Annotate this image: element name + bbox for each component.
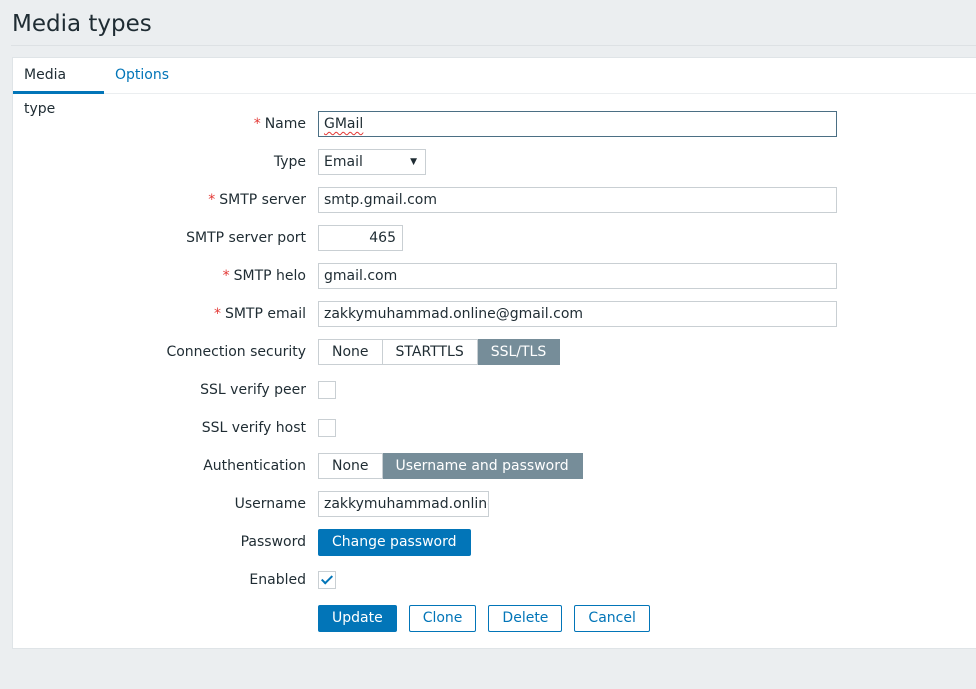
required-marker: * <box>253 116 261 132</box>
authentication-label: Authentication <box>203 458 306 474</box>
form-row-password: Password Change password <box>13 529 976 556</box>
smtp-port-label: SMTP server port <box>186 230 306 246</box>
change-password-button[interactable]: Change password <box>318 529 471 556</box>
required-marker: * <box>213 306 221 322</box>
tab-options[interactable]: Options <box>104 58 180 94</box>
form-row-smtp-email: * SMTP email zakkymuhammad.online@gmail.c… <box>13 301 976 327</box>
ssl-verify-peer-label: SSL verify peer <box>200 382 306 398</box>
checkmark-icon <box>320 572 334 585</box>
authentication-none[interactable]: None <box>318 453 383 479</box>
type-label: Type <box>273 154 306 170</box>
connection-security-ssl-tls[interactable]: SSL/TLS <box>477 339 561 365</box>
form-actions: Update Clone Delete Cancel <box>13 605 976 632</box>
dropdown-arrow-icon: ▼ <box>410 157 417 167</box>
type-select-value: Email <box>324 154 363 170</box>
action-buttons: Update Clone Delete Cancel <box>318 605 650 632</box>
name-input[interactable]: GMail <box>318 111 837 137</box>
form-row-username: Username zakkymuhammad.online@ <box>13 491 976 517</box>
form-row-type: Type Email ▼ <box>13 149 976 175</box>
form-row-smtp-helo: * SMTP helo gmail.com <box>13 263 976 289</box>
enabled-label: Enabled <box>249 572 306 588</box>
username-input[interactable]: zakkymuhammad.online@ <box>318 491 489 517</box>
connection-security-label: Connection security <box>166 344 306 360</box>
delete-button[interactable]: Delete <box>488 605 563 632</box>
form-row-smtp-port: SMTP server port 465 <box>13 225 976 251</box>
connection-security-starttls[interactable]: STARTTLS <box>382 339 478 365</box>
smtp-server-input[interactable]: smtp.gmail.com <box>318 187 837 213</box>
name-label: * Name <box>253 116 306 132</box>
smtp-helo-input[interactable]: gmail.com <box>318 263 837 289</box>
password-label: Password <box>240 534 306 550</box>
update-button[interactable]: Update <box>318 605 397 632</box>
form-row-enabled: Enabled <box>13 567 976 593</box>
tab-bar: Media type Options <box>13 58 976 117</box>
tab-media-type[interactable]: Media type <box>13 58 104 117</box>
name-input-value: GMail <box>324 116 364 132</box>
required-marker: * <box>208 192 216 208</box>
form-row-connection-security: Connection security None STARTTLS SSL/TL… <box>13 339 976 365</box>
username-label: Username <box>234 496 306 512</box>
smtp-email-label: * SMTP email <box>213 306 306 322</box>
form-row-name: * Name GMail <box>13 111 976 137</box>
required-marker: * <box>222 268 230 284</box>
authentication-username-password[interactable]: Username and password <box>382 453 583 479</box>
form-row-smtp-server: * SMTP server smtp.gmail.com <box>13 187 976 213</box>
ssl-verify-peer-checkbox[interactable] <box>318 381 336 399</box>
form-row-authentication: Authentication None Username and passwor… <box>13 453 976 479</box>
smtp-helo-label: * SMTP helo <box>222 268 306 284</box>
ssl-verify-host-checkbox[interactable] <box>318 419 336 437</box>
smtp-server-label: * SMTP server <box>208 192 306 208</box>
title-divider <box>11 45 976 46</box>
smtp-email-input[interactable]: zakkymuhammad.online@gmail.com <box>318 301 837 327</box>
form-row-ssl-verify-peer: SSL verify peer <box>13 377 976 403</box>
clone-button[interactable]: Clone <box>408 605 477 632</box>
ssl-verify-host-label: SSL verify host <box>201 420 306 436</box>
authentication-toggle: None Username and password <box>318 453 583 479</box>
page-title: Media types <box>12 11 152 37</box>
form-row-ssl-verify-host: SSL verify host <box>13 415 976 441</box>
cancel-button[interactable]: Cancel <box>574 605 650 632</box>
smtp-port-input[interactable]: 465 <box>318 225 403 251</box>
enabled-checkbox[interactable] <box>318 571 336 589</box>
type-select[interactable]: Email ▼ <box>318 149 426 175</box>
connection-security-toggle: None STARTTLS SSL/TLS <box>318 339 561 365</box>
media-type-form-panel: Media type Options * Name GMail Type Emai… <box>12 57 976 649</box>
connection-security-none[interactable]: None <box>318 339 383 365</box>
